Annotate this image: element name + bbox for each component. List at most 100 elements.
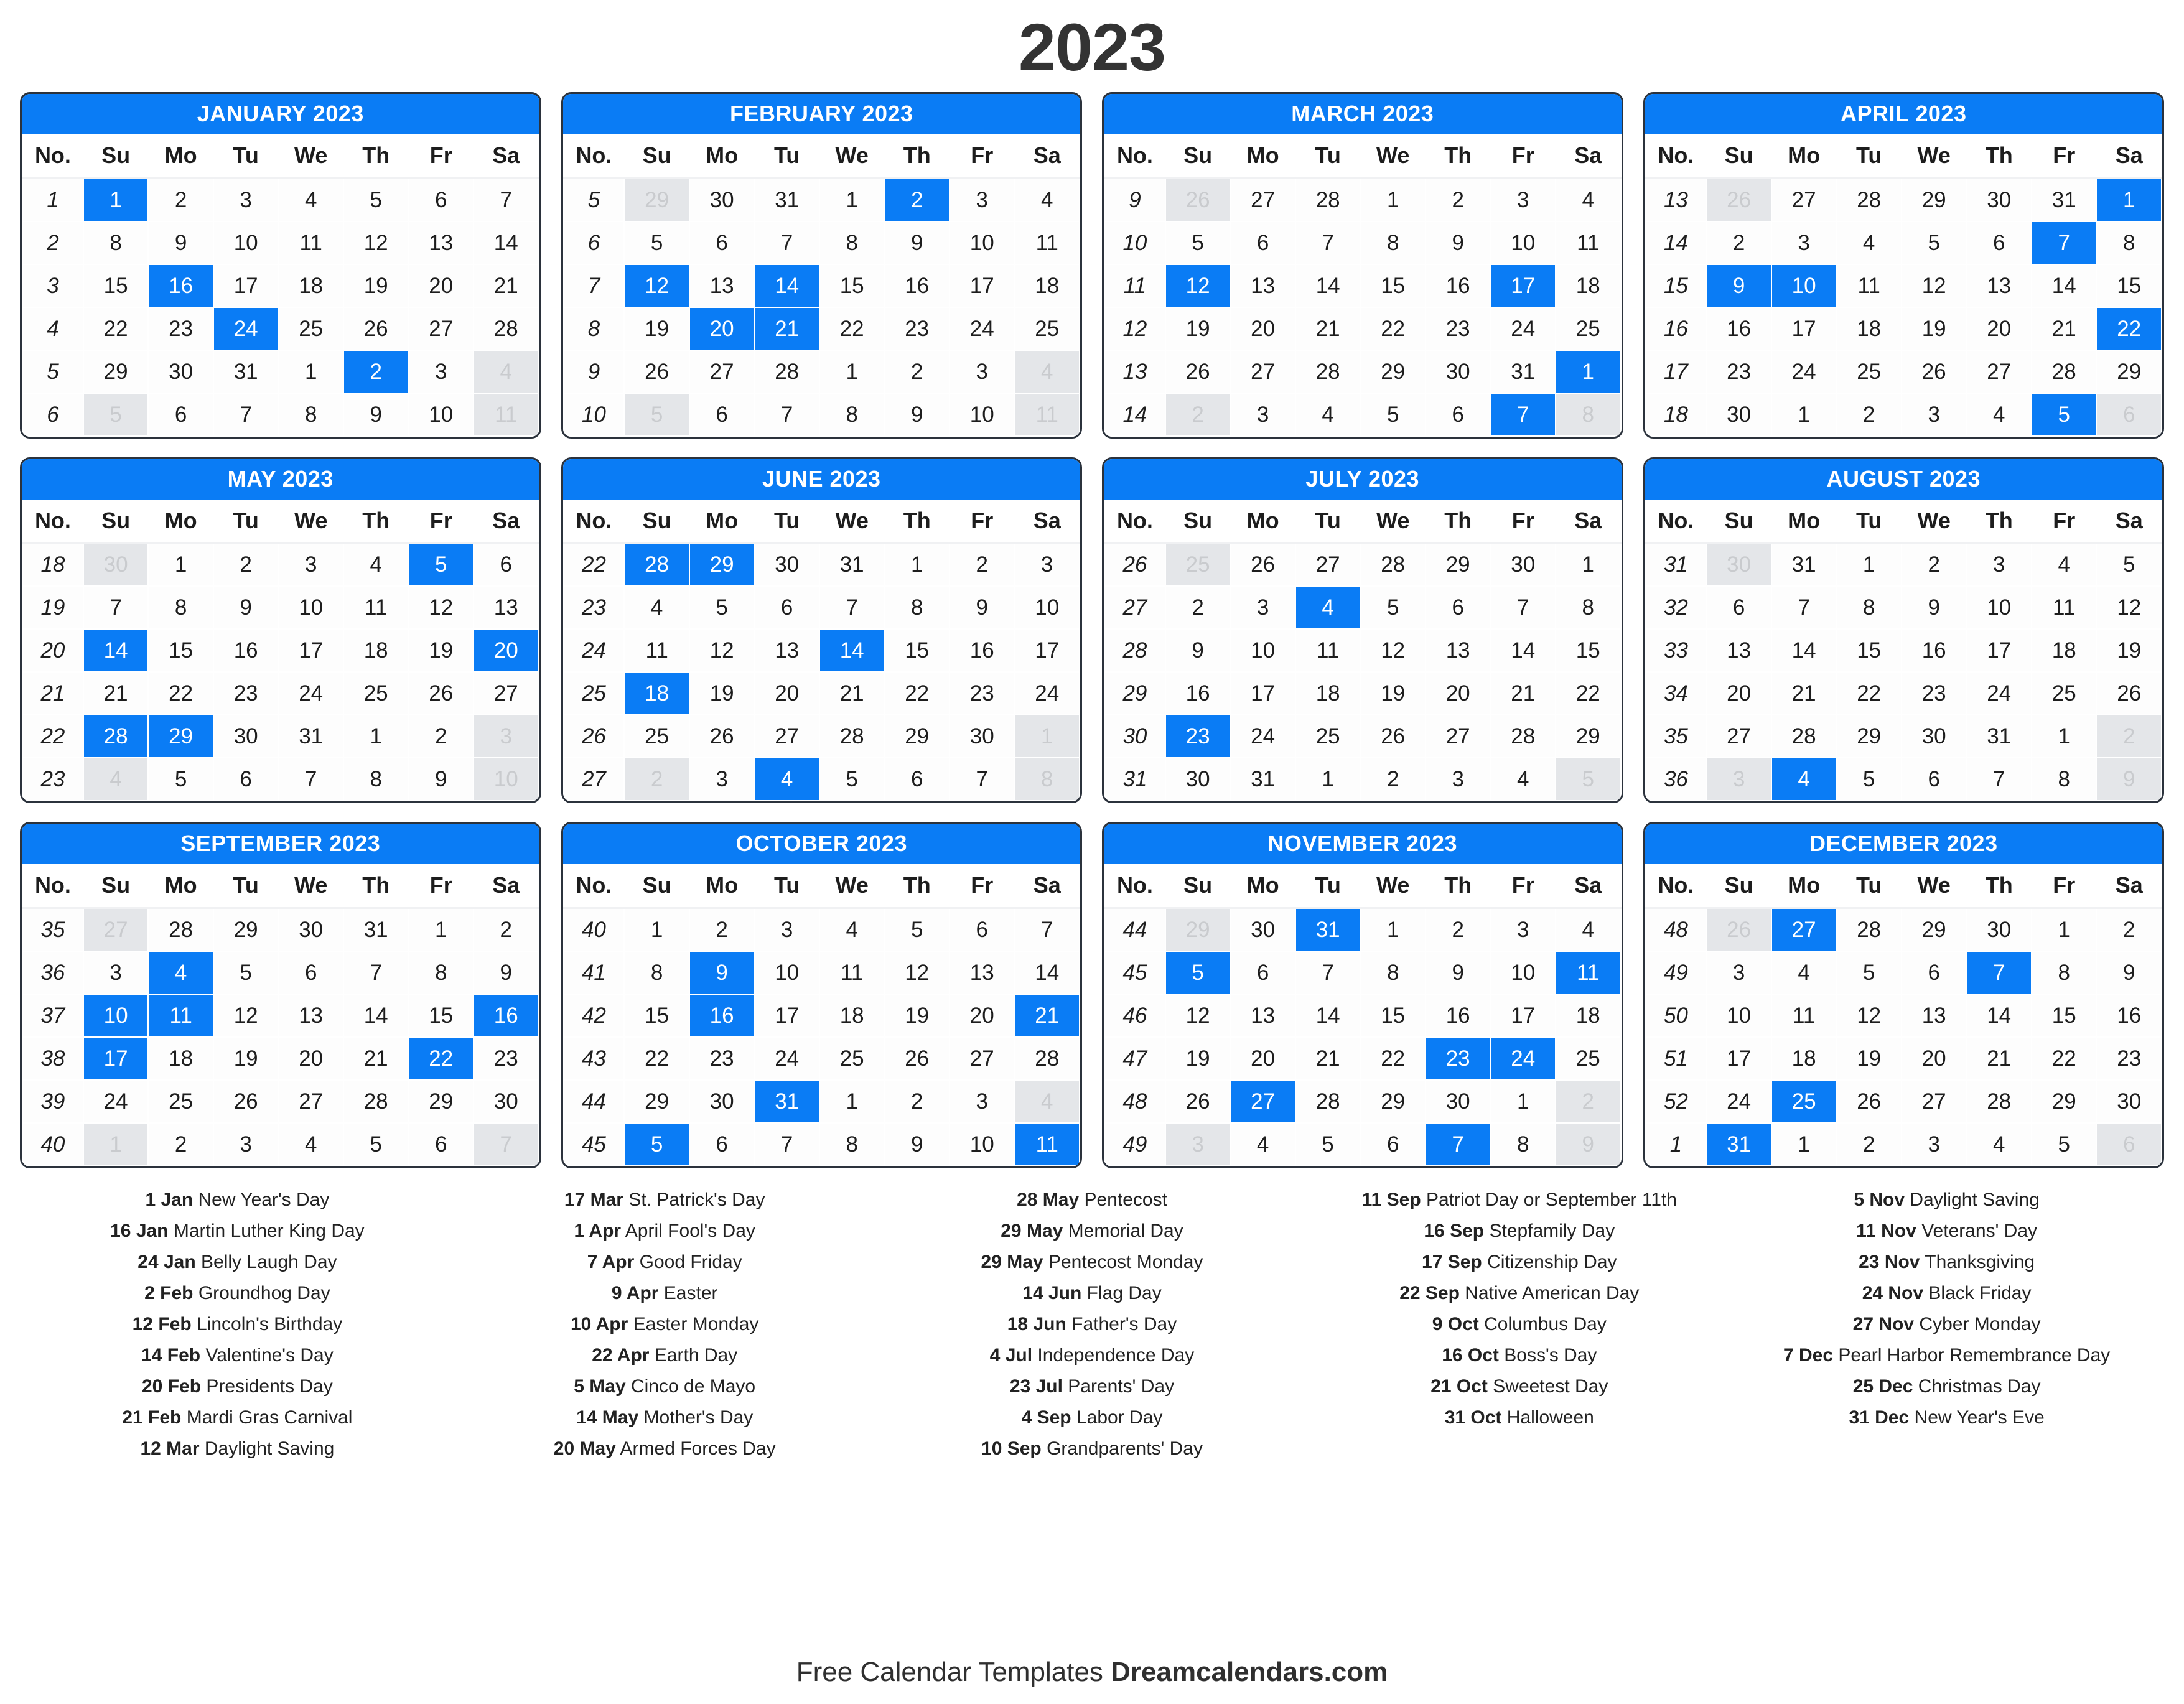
day-cell-highlighted[interactable]: 17: [1490, 263, 1556, 308]
day-cell[interactable]: 23: [688, 1036, 755, 1081]
day-cell[interactable]: 20: [1966, 306, 2032, 351]
day-cell[interactable]: 20: [1706, 671, 1772, 715]
day-cell[interactable]: 1: [818, 1079, 885, 1124]
day-cell[interactable]: 11: [2030, 585, 2098, 630]
day-cell[interactable]: 28: [1294, 177, 1361, 222]
day-cell[interactable]: 6: [408, 1122, 474, 1166]
day-cell[interactable]: 12: [408, 585, 474, 630]
day-cell-highlighted[interactable]: 20: [688, 306, 755, 351]
day-cell[interactable]: 13: [408, 220, 474, 265]
day-cell[interactable]: 21: [1770, 671, 1837, 715]
day-cell[interactable]: 5: [1900, 220, 1967, 265]
day-cell[interactable]: 28: [1836, 177, 1902, 222]
day-cell[interactable]: 31: [754, 177, 820, 222]
day-cell[interactable]: 3: [1490, 907, 1556, 952]
day-cell[interactable]: 15: [818, 263, 885, 308]
day-cell[interactable]: 7: [278, 757, 344, 801]
day-cell[interactable]: 10: [948, 1122, 1015, 1166]
day-cell[interactable]: 4: [342, 542, 409, 587]
day-cell[interactable]: 30: [1424, 349, 1491, 394]
day-cell[interactable]: 15: [408, 993, 474, 1038]
day-cell[interactable]: 17: [212, 263, 279, 308]
day-cell-highlighted[interactable]: 4: [1770, 757, 1837, 801]
day-cell-highlighted[interactable]: 31: [1294, 907, 1361, 952]
day-cell[interactable]: 9: [342, 392, 409, 437]
day-cell[interactable]: 7: [1294, 950, 1361, 995]
day-cell[interactable]: 13: [754, 628, 820, 673]
day-cell[interactable]: 30: [754, 542, 820, 587]
day-cell-highlighted[interactable]: 31: [1706, 1122, 1772, 1166]
day-cell[interactable]: 30: [82, 542, 149, 587]
day-cell[interactable]: 9: [212, 585, 279, 630]
day-cell[interactable]: 4: [1836, 220, 1902, 265]
day-cell[interactable]: 4: [2030, 542, 2098, 587]
day-cell-highlighted[interactable]: 16: [688, 993, 755, 1038]
day-cell[interactable]: 3: [688, 757, 755, 801]
day-cell[interactable]: 19: [1900, 306, 1967, 351]
day-cell[interactable]: 1: [623, 907, 690, 952]
day-cell[interactable]: 18: [2030, 628, 2098, 673]
day-cell[interactable]: 8: [623, 950, 690, 995]
day-cell[interactable]: 16: [1706, 306, 1772, 351]
day-cell[interactable]: 14: [472, 220, 539, 265]
day-cell[interactable]: 1: [818, 177, 885, 222]
day-cell[interactable]: 4: [82, 757, 149, 801]
day-cell[interactable]: 10: [1490, 950, 1556, 995]
day-cell-highlighted[interactable]: 7: [2030, 220, 2098, 265]
day-cell[interactable]: 23: [948, 671, 1015, 715]
day-cell[interactable]: 9: [1164, 628, 1231, 673]
day-cell[interactable]: 25: [623, 714, 690, 758]
day-cell[interactable]: 30: [1164, 757, 1231, 801]
day-cell[interactable]: 16: [1424, 993, 1491, 1038]
day-cell[interactable]: 12: [212, 993, 279, 1038]
day-cell[interactable]: 8: [408, 950, 474, 995]
day-cell[interactable]: 4: [1294, 392, 1361, 437]
day-cell[interactable]: 9: [948, 585, 1015, 630]
day-cell[interactable]: 12: [342, 220, 409, 265]
day-cell[interactable]: 28: [1770, 714, 1837, 758]
day-cell[interactable]: 5: [147, 757, 214, 801]
day-cell[interactable]: 23: [147, 306, 214, 351]
day-cell[interactable]: 2: [1360, 757, 1426, 801]
day-cell[interactable]: 25: [147, 1079, 214, 1124]
day-cell[interactable]: 27: [1966, 349, 2032, 394]
day-cell-highlighted[interactable]: 11: [147, 993, 214, 1038]
day-cell[interactable]: 13: [688, 263, 755, 308]
day-cell[interactable]: 18: [1014, 263, 1080, 308]
day-cell[interactable]: 26: [1360, 714, 1426, 758]
day-cell[interactable]: 22: [1836, 671, 1902, 715]
day-cell-highlighted[interactable]: 28: [82, 714, 149, 758]
day-cell[interactable]: 8: [1014, 757, 1080, 801]
day-cell[interactable]: 7: [82, 585, 149, 630]
day-cell[interactable]: 11: [1014, 392, 1080, 437]
day-cell[interactable]: 26: [1164, 177, 1231, 222]
day-cell[interactable]: 20: [1230, 1036, 1296, 1081]
day-cell[interactable]: 6: [688, 392, 755, 437]
day-cell[interactable]: 6: [1706, 585, 1772, 630]
day-cell[interactable]: 13: [1706, 628, 1772, 673]
day-cell[interactable]: 6: [688, 220, 755, 265]
day-cell[interactable]: 2: [1424, 907, 1491, 952]
day-cell[interactable]: 29: [82, 349, 149, 394]
day-cell[interactable]: 15: [1360, 263, 1426, 308]
day-cell[interactable]: 8: [1360, 220, 1426, 265]
day-cell[interactable]: 4: [472, 349, 539, 394]
day-cell[interactable]: 6: [1424, 392, 1491, 437]
day-cell-highlighted[interactable]: 27: [1770, 907, 1837, 952]
day-cell[interactable]: 3: [1706, 950, 1772, 995]
day-cell[interactable]: 3: [1490, 177, 1556, 222]
day-cell[interactable]: 13: [1424, 628, 1491, 673]
day-cell[interactable]: 25: [2030, 671, 2098, 715]
day-cell[interactable]: 9: [408, 757, 474, 801]
day-cell[interactable]: 2: [1424, 177, 1491, 222]
day-cell-highlighted[interactable]: 21: [754, 306, 820, 351]
day-cell[interactable]: 3: [1230, 392, 1296, 437]
day-cell[interactable]: 8: [2030, 757, 2098, 801]
day-cell[interactable]: 1: [342, 714, 409, 758]
day-cell[interactable]: 26: [1164, 349, 1231, 394]
day-cell-highlighted[interactable]: 22: [2096, 306, 2162, 351]
day-cell[interactable]: 8: [1554, 392, 1622, 437]
day-cell-highlighted[interactable]: 10: [1770, 263, 1837, 308]
day-cell[interactable]: 2: [948, 542, 1015, 587]
day-cell[interactable]: 27: [472, 671, 539, 715]
